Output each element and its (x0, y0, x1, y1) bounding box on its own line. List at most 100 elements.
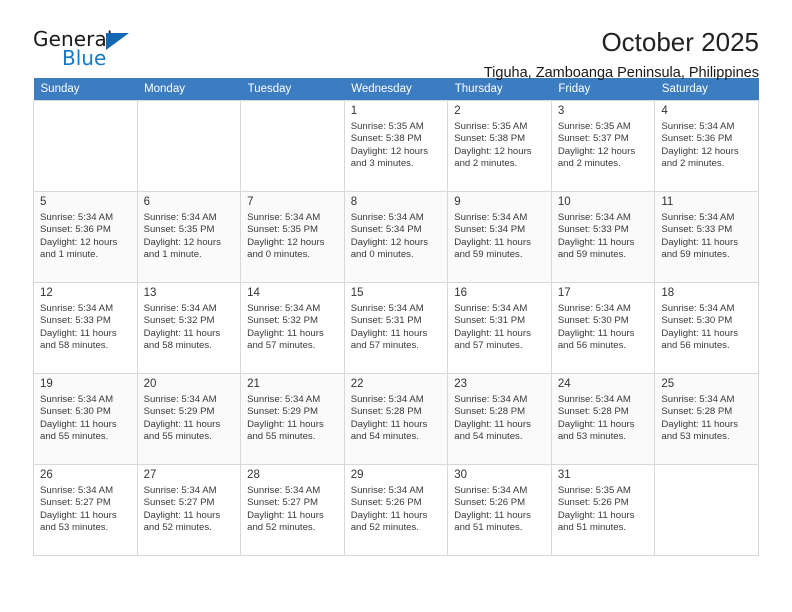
calendar-day-cell[interactable]: 20 Sunrise: 5:34 AM Sunset: 5:29 PM Dayli… (136, 373, 242, 465)
day-number: 23 (454, 378, 468, 390)
day-number: 20 (143, 378, 157, 390)
calendar-day-cell[interactable]: 19 Sunrise: 5:34 AM Sunset: 5:30 PM Dayli… (33, 373, 138, 465)
day-sun-details: Sunrise: 5:34 AM Sunset: 5:31 PM Dayligh… (454, 303, 531, 352)
day-number: 27 (143, 469, 157, 481)
day-number: 28 (247, 469, 260, 481)
calendar-day-cell[interactable]: 17 Sunrise: 5:34 AM Sunset: 5:30 PM Dayli… (550, 282, 656, 374)
calendar-day-cell[interactable]: 4 Sunrise: 5:34 AM Sunset: 5:36 PM Daylig… (654, 100, 759, 192)
calendar-week-row: 26 Sunrise: 5:34 AM Sunset: 5:27 PM Dayli… (33, 464, 759, 556)
calendar-page: General Blue October 2025 Tiguha, Zamboa… (0, 0, 792, 612)
day-cell-content: 5 Sunrise: 5:34 AM Sunset: 5:36 PM Daylig… (34, 192, 137, 280)
day-sun-details: Sunrise: 5:35 AM Sunset: 5:26 PM Dayligh… (557, 485, 635, 534)
logo-text-blue: Blue (62, 46, 107, 70)
day-sun-details: Sunrise: 5:34 AM Sunset: 5:27 PM Dayligh… (40, 485, 117, 534)
calendar-day-cell[interactable]: 10 Sunrise: 5:34 AM Sunset: 5:33 PM Dayli… (550, 191, 656, 283)
calendar-day-cell[interactable]: 12 Sunrise: 5:34 AM Sunset: 5:33 PM Dayli… (33, 282, 138, 374)
day-sun-details: Sunrise: 5:34 AM Sunset: 5:31 PM Dayligh… (350, 303, 428, 352)
calendar-day-cell[interactable]: 6 Sunrise: 5:34 AM Sunset: 5:35 PM Daylig… (136, 191, 242, 283)
calendar-day-cell[interactable]: 30 Sunrise: 5:34 AM Sunset: 5:26 PM Dayli… (447, 464, 552, 556)
calendar-day-cell[interactable]: 27 Sunrise: 5:34 AM Sunset: 5:27 PM Dayli… (136, 464, 242, 556)
calendar-day-cell[interactable]: 23 Sunrise: 5:34 AM Sunset: 5:28 PM Dayli… (447, 373, 552, 465)
day-cell-content: 16 Sunrise: 5:34 AM Sunset: 5:31 PM Dayli… (448, 283, 551, 371)
day-sun-details: Sunrise: 5:34 AM Sunset: 5:34 PM Dayligh… (350, 212, 429, 261)
calendar-day-cell[interactable]: 24 Sunrise: 5:34 AM Sunset: 5:28 PM Dayli… (550, 373, 656, 465)
page-header: General Blue October 2025 Tiguha, Zamboa… (33, 0, 759, 81)
day-number: 3 (557, 105, 565, 117)
day-cell-content: 8 Sunrise: 5:34 AM Sunset: 5:34 PM Daylig… (345, 192, 448, 280)
day-number: 18 (661, 287, 675, 299)
title-block: October 2025 Tiguha, Zamboanga Peninsula… (143, 27, 759, 83)
day-cell-content: 14 Sunrise: 5:34 AM Sunset: 5:32 PM Dayli… (241, 283, 344, 371)
day-sun-details: Sunrise: 5:34 AM Sunset: 5:26 PM Dayligh… (454, 485, 531, 534)
day-cell-content: 10 Sunrise: 5:34 AM Sunset: 5:33 PM Dayli… (552, 192, 655, 280)
day-cell-content: 6 Sunrise: 5:34 AM Sunset: 5:35 PM Daylig… (138, 192, 241, 280)
calendar-day-cell[interactable]: 21 Sunrise: 5:34 AM Sunset: 5:29 PM Dayli… (240, 373, 345, 465)
day-sun-details: Sunrise: 5:34 AM Sunset: 5:34 PM Dayligh… (454, 212, 531, 261)
day-number: 12 (40, 287, 53, 299)
day-sun-details: Sunrise: 5:34 AM Sunset: 5:33 PM Dayligh… (661, 212, 738, 261)
day-sun-details: Sunrise: 5:34 AM Sunset: 5:26 PM Dayligh… (350, 485, 428, 534)
day-sun-details: Sunrise: 5:34 AM Sunset: 5:27 PM Dayligh… (247, 485, 324, 534)
page-subtitle: Tiguha, Zamboanga Peninsula, Philippines (483, 65, 759, 81)
calendar-day-cell[interactable]: 2 Sunrise: 5:35 AM Sunset: 5:38 PM Daylig… (447, 100, 552, 192)
calendar-day-cell[interactable]: 15 Sunrise: 5:34 AM Sunset: 5:31 PM Dayli… (343, 282, 449, 374)
calendar-day-cell[interactable]: 22 Sunrise: 5:34 AM Sunset: 5:28 PM Dayli… (343, 373, 449, 465)
day-cell-content: 28 Sunrise: 5:34 AM Sunset: 5:27 PM Dayli… (241, 465, 344, 553)
day-number: 30 (454, 469, 468, 481)
calendar-day-cell[interactable]: 18 Sunrise: 5:34 AM Sunset: 5:30 PM Dayli… (654, 282, 759, 374)
day-cell-content: 3 Sunrise: 5:35 AM Sunset: 5:37 PM Daylig… (552, 101, 655, 189)
day-sun-details: Sunrise: 5:34 AM Sunset: 5:32 PM Dayligh… (143, 303, 221, 352)
day-cell-content: 18 Sunrise: 5:34 AM Sunset: 5:30 PM Dayli… (655, 283, 758, 371)
day-cell-content: 19 Sunrise: 5:34 AM Sunset: 5:30 PM Dayli… (34, 374, 137, 462)
calendar-week-row: 1 Sunrise: 5:35 AM Sunset: 5:38 PM Daylig… (33, 100, 759, 192)
day-number: 9 (454, 196, 461, 208)
calendar-day-cell[interactable]: 13 Sunrise: 5:34 AM Sunset: 5:32 PM Dayli… (136, 282, 242, 374)
day-cell-content: 9 Sunrise: 5:34 AM Sunset: 5:34 PM Daylig… (448, 192, 551, 280)
calendar-day-cell[interactable]: 8 Sunrise: 5:34 AM Sunset: 5:34 PM Daylig… (343, 191, 449, 283)
day-cell-content: 13 Sunrise: 5:34 AM Sunset: 5:32 PM Dayli… (138, 283, 241, 371)
day-cell-content: 31 Sunrise: 5:35 AM Sunset: 5:26 PM Dayli… (552, 465, 655, 553)
day-cell-content: 1 Sunrise: 5:35 AM Sunset: 5:38 PM Daylig… (345, 101, 448, 189)
day-sun-details: Sunrise: 5:34 AM Sunset: 5:30 PM Dayligh… (40, 394, 117, 443)
day-sun-details: Sunrise: 5:34 AM Sunset: 5:35 PM Dayligh… (143, 212, 221, 261)
day-number: 1 (350, 105, 358, 117)
day-number: 2 (454, 105, 461, 117)
day-number: 10 (557, 196, 571, 208)
day-sun-details: Sunrise: 5:34 AM Sunset: 5:36 PM Dayligh… (661, 121, 739, 170)
calendar-day-cell[interactable]: 14 Sunrise: 5:34 AM Sunset: 5:32 PM Dayli… (240, 282, 345, 374)
logo-triangle-icon (106, 33, 129, 50)
calendar-day-cell[interactable]: 9 Sunrise: 5:34 AM Sunset: 5:34 PM Daylig… (447, 191, 552, 283)
calendar-day-cell[interactable]: 7 Sunrise: 5:34 AM Sunset: 5:35 PM Daylig… (240, 191, 345, 283)
day-sun-details: Sunrise: 5:34 AM Sunset: 5:35 PM Dayligh… (247, 212, 325, 261)
calendar-day-cell[interactable]: 25 Sunrise: 5:34 AM Sunset: 5:28 PM Dayli… (654, 373, 759, 465)
calendar-week-row: 5 Sunrise: 5:34 AM Sunset: 5:36 PM Daylig… (33, 191, 759, 283)
day-cell-content: 17 Sunrise: 5:34 AM Sunset: 5:30 PM Dayli… (552, 283, 655, 371)
day-cell-content: 25 Sunrise: 5:34 AM Sunset: 5:28 PM Dayli… (655, 374, 758, 462)
day-number: 24 (557, 378, 571, 390)
day-sun-details: Sunrise: 5:35 AM Sunset: 5:37 PM Dayligh… (557, 121, 636, 170)
calendar-day-cell[interactable]: 31 Sunrise: 5:35 AM Sunset: 5:26 PM Dayli… (550, 464, 656, 556)
day-sun-details: Sunrise: 5:34 AM Sunset: 5:33 PM Dayligh… (40, 303, 117, 352)
calendar-day-cell[interactable]: 16 Sunrise: 5:34 AM Sunset: 5:31 PM Dayli… (447, 282, 552, 374)
calendar-day-cell[interactable]: 26 Sunrise: 5:34 AM Sunset: 5:27 PM Dayli… (33, 464, 138, 556)
day-cell-content: 23 Sunrise: 5:34 AM Sunset: 5:28 PM Dayli… (448, 374, 551, 462)
day-number: 7 (247, 196, 254, 208)
calendar-week-row: 12 Sunrise: 5:34 AM Sunset: 5:33 PM Dayli… (33, 282, 759, 374)
day-number: 16 (454, 287, 468, 299)
day-number: 22 (350, 378, 364, 390)
day-number: 29 (350, 469, 364, 481)
calendar-day-cell[interactable]: 11 Sunrise: 5:34 AM Sunset: 5:33 PM Dayli… (654, 191, 759, 283)
calendar-day-cell[interactable]: 1 Sunrise: 5:35 AM Sunset: 5:38 PM Daylig… (343, 100, 449, 192)
calendar-day-cell[interactable]: 5 Sunrise: 5:34 AM Sunset: 5:36 PM Daylig… (33, 191, 138, 283)
calendar-empty-cell (654, 464, 759, 556)
day-cell-content: 21 Sunrise: 5:34 AM Sunset: 5:29 PM Dayli… (241, 374, 344, 462)
day-number: 6 (143, 196, 150, 208)
calendar-day-cell[interactable]: 28 Sunrise: 5:34 AM Sunset: 5:27 PM Dayli… (240, 464, 345, 556)
day-cell-content: 20 Sunrise: 5:34 AM Sunset: 5:29 PM Dayli… (138, 374, 241, 462)
day-sun-details: Sunrise: 5:34 AM Sunset: 5:27 PM Dayligh… (143, 485, 221, 534)
day-number: 31 (557, 469, 571, 481)
calendar-day-cell[interactable]: 3 Sunrise: 5:35 AM Sunset: 5:37 PM Daylig… (550, 100, 656, 192)
day-cell-content: 7 Sunrise: 5:34 AM Sunset: 5:35 PM Daylig… (241, 192, 344, 280)
calendar-day-cell[interactable]: 29 Sunrise: 5:34 AM Sunset: 5:26 PM Dayli… (343, 464, 449, 556)
calendar-empty-cell (240, 100, 345, 192)
